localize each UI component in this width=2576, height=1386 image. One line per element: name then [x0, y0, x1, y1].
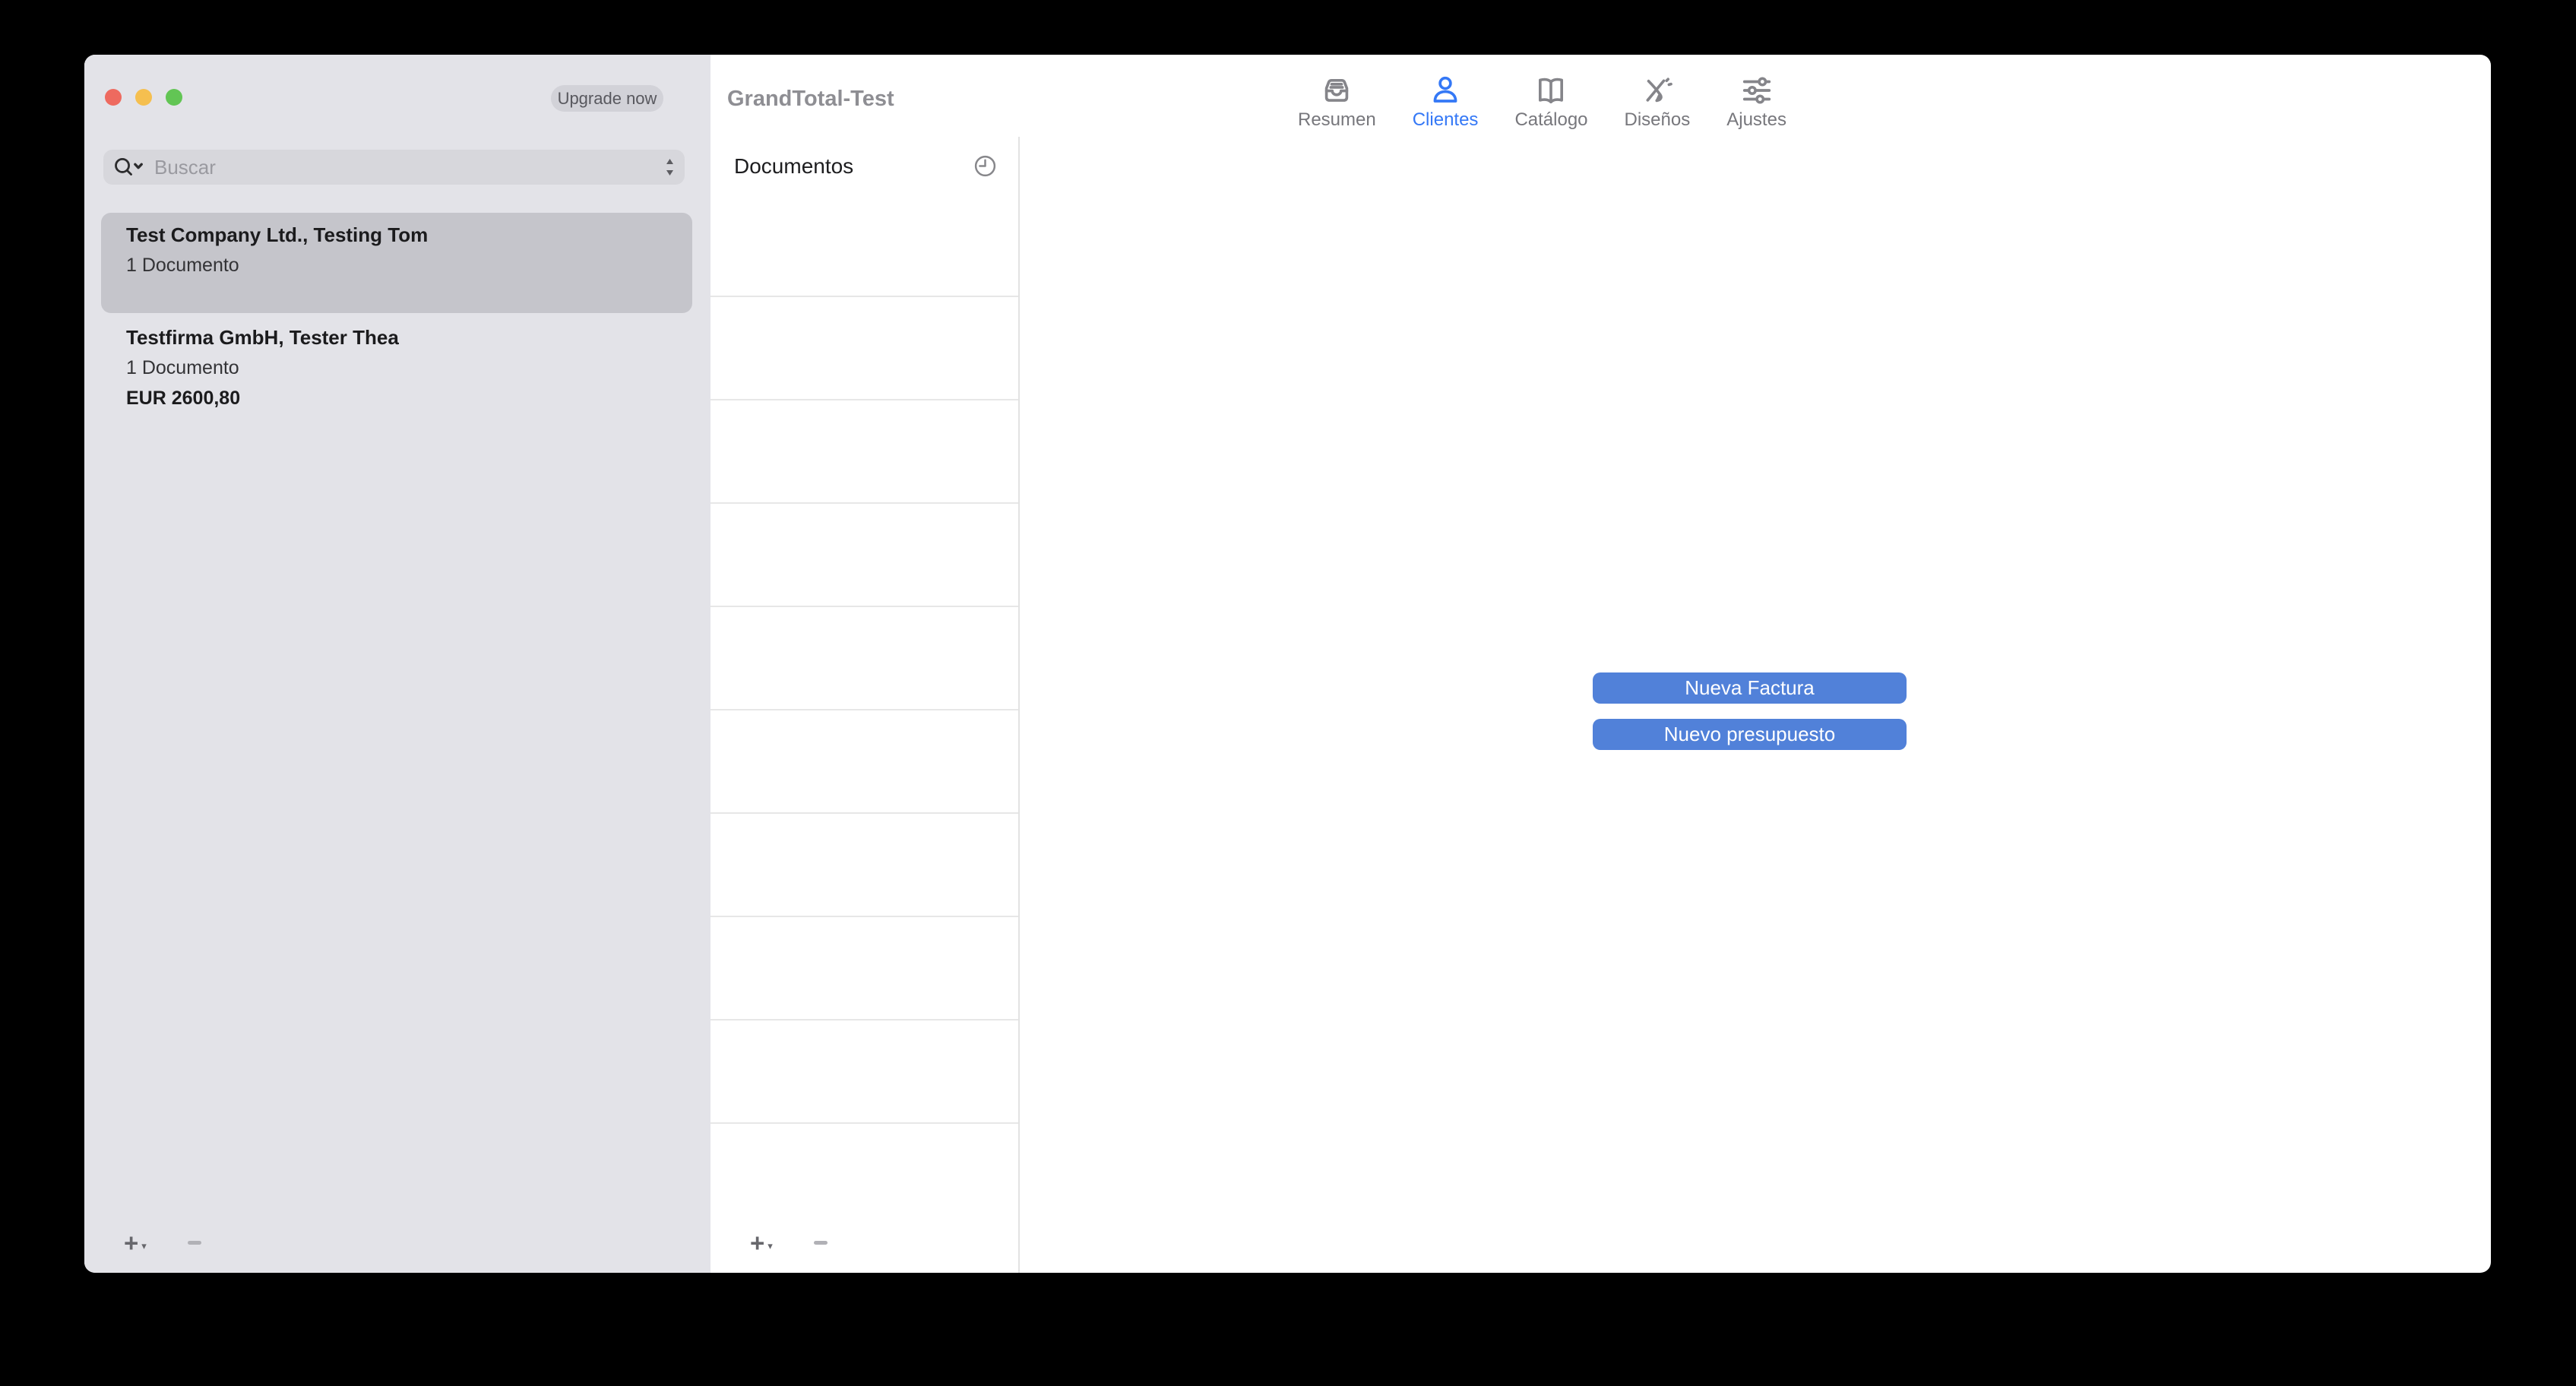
design-tools-icon: [1640, 73, 1675, 108]
clients-sidebar: Upgrade now Test Company Ltd., Testing T…: [84, 55, 710, 1273]
tab-clientes[interactable]: Clientes: [1413, 73, 1479, 131]
client-list-item[interactable]: Test Company Ltd., Testing Tom 1 Documen…: [101, 213, 692, 313]
client-documents-count: 1 Documento: [126, 357, 692, 378]
window-title: GrandTotal-Test: [727, 87, 894, 112]
chevron-down-icon: ▾: [141, 1240, 147, 1252]
chevron-down-icon: ▾: [767, 1240, 773, 1252]
close-window-button[interactable]: [105, 89, 122, 106]
search-stepper-icon[interactable]: [664, 156, 676, 179]
tab-label: Catálogo: [1514, 109, 1587, 131]
client-amount: EUR 2600,80: [126, 388, 692, 409]
add-document-button[interactable]: + ▾: [750, 1230, 773, 1255]
remove-client-button[interactable]: [188, 1241, 201, 1245]
documents-footer: + ▾: [750, 1226, 828, 1258]
minimize-window-button[interactable]: [135, 89, 152, 106]
tab-label: Diseños: [1625, 109, 1691, 131]
tab-label: Ajustes: [1726, 109, 1786, 131]
client-documents-count: 1 Documento: [126, 255, 692, 276]
tab-label: Clientes: [1413, 109, 1479, 131]
search-icon[interactable]: [113, 156, 145, 179]
remove-document-button[interactable]: [814, 1241, 828, 1245]
tab-disenos[interactable]: Diseños: [1625, 73, 1691, 131]
panel-divider: [1018, 137, 1020, 1273]
tray-icon: [1319, 73, 1354, 108]
tab-catalogo[interactable]: Catálogo: [1514, 73, 1587, 131]
tab-resumen[interactable]: Resumen: [1298, 73, 1376, 131]
app-window: Upgrade now Test Company Ltd., Testing T…: [84, 55, 2491, 1273]
nuevo-presupuesto-button[interactable]: Nuevo presupuesto: [1593, 719, 1907, 750]
upgrade-now-button[interactable]: Upgrade now: [551, 85, 663, 112]
plus-icon: +: [750, 1230, 764, 1255]
nueva-factura-button[interactable]: Nueva Factura: [1593, 672, 1907, 704]
person-icon: [1428, 73, 1463, 108]
search-input[interactable]: [153, 155, 685, 180]
search-field[interactable]: [103, 150, 685, 185]
client-name: Test Company Ltd., Testing Tom: [126, 223, 692, 246]
tab-ajustes[interactable]: Ajustes: [1726, 73, 1786, 131]
documents-panel-title: Documentos: [734, 154, 853, 179]
document-list: [710, 194, 1018, 1125]
clock-icon[interactable]: [972, 153, 998, 179]
client-name: Testfirma GmbH, Tester Thea: [126, 326, 692, 349]
sidebar-footer: + ▾: [124, 1226, 201, 1258]
tab-label: Resumen: [1298, 109, 1376, 131]
open-book-icon: [1533, 73, 1568, 108]
main-toolbar: Resumen Clientes Catálogo: [1298, 73, 1786, 131]
sliders-icon: [1739, 73, 1774, 108]
zoom-window-button[interactable]: [166, 89, 182, 106]
plus-icon: +: [124, 1230, 138, 1255]
client-list-item[interactable]: Testfirma GmbH, Tester Thea 1 Documento …: [101, 315, 692, 416]
add-client-button[interactable]: + ▾: [124, 1230, 147, 1255]
